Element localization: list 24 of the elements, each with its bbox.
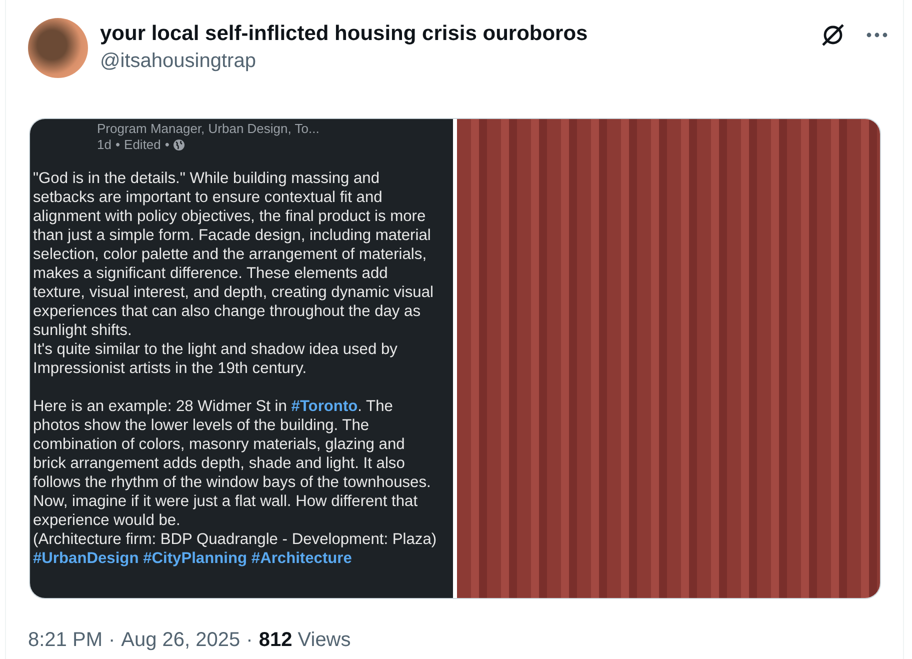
more-icon[interactable]	[866, 32, 888, 38]
hashtag-link[interactable]: #UrbanDesign	[33, 550, 139, 567]
globe-icon	[173, 139, 186, 151]
hashtag-link[interactable]: #Toronto	[291, 398, 358, 415]
post-paragraph: It's quite similar to the light and shadow idea used by Impressionist artists in the 19th century.	[33, 340, 398, 378]
post-screenshot[interactable]	[30, 119, 453, 598]
hashtag-link[interactable]: #Architecture	[251, 550, 352, 567]
view-count: 812 Views	[258, 629, 351, 652]
post-paragraph: (Architecture firm: BDP Quadrangle - Development: Plaza)	[33, 530, 438, 549]
hashtag-link[interactable]: #CityPlanning	[143, 550, 248, 567]
author-headline: Program Manager, Urban Design, To...	[97, 121, 320, 137]
edited-label: Edited	[124, 137, 161, 153]
post-date[interactable]: Aug 26, 2025	[121, 629, 240, 652]
separator: ·	[108, 629, 116, 652]
separator: ·	[246, 629, 253, 652]
post-time[interactable]: 8:21 PM	[28, 629, 102, 652]
separator: •	[115, 137, 120, 153]
slashed-circle-icon[interactable]	[820, 22, 846, 48]
post-paragraph: "God is in the details." While building massing and setbacks are important to ensure contextual fit and alignment with policy objectives, the final product is more than just a simple form. Facade design, including material selection, color palette and the arrangement of materials, makes a significant difference. These elements add texture, visual interest, and depth, creating dynamic visual experiences that can also change throughout the day as sunlight shifts.	[33, 169, 434, 340]
separator: •	[164, 137, 170, 153]
username[interactable]: @itsahousingtrap	[100, 48, 820, 74]
post-age: 1d	[97, 137, 112, 153]
post-paragraph: Here is an example: 28 Widmer St in #Toronto. The photos show the lower levels of the building. The combination of colors, masonry materials, glazing and brick arrangement adds depth, shade and light. It also follows the rhythm of the window bays of the townhouses. Now, imagine if it were just a flat wall. How different that experience would be.	[33, 397, 432, 530]
display-name[interactable]: your local self-inflicted housing crisis ouroboros	[100, 20, 820, 48]
